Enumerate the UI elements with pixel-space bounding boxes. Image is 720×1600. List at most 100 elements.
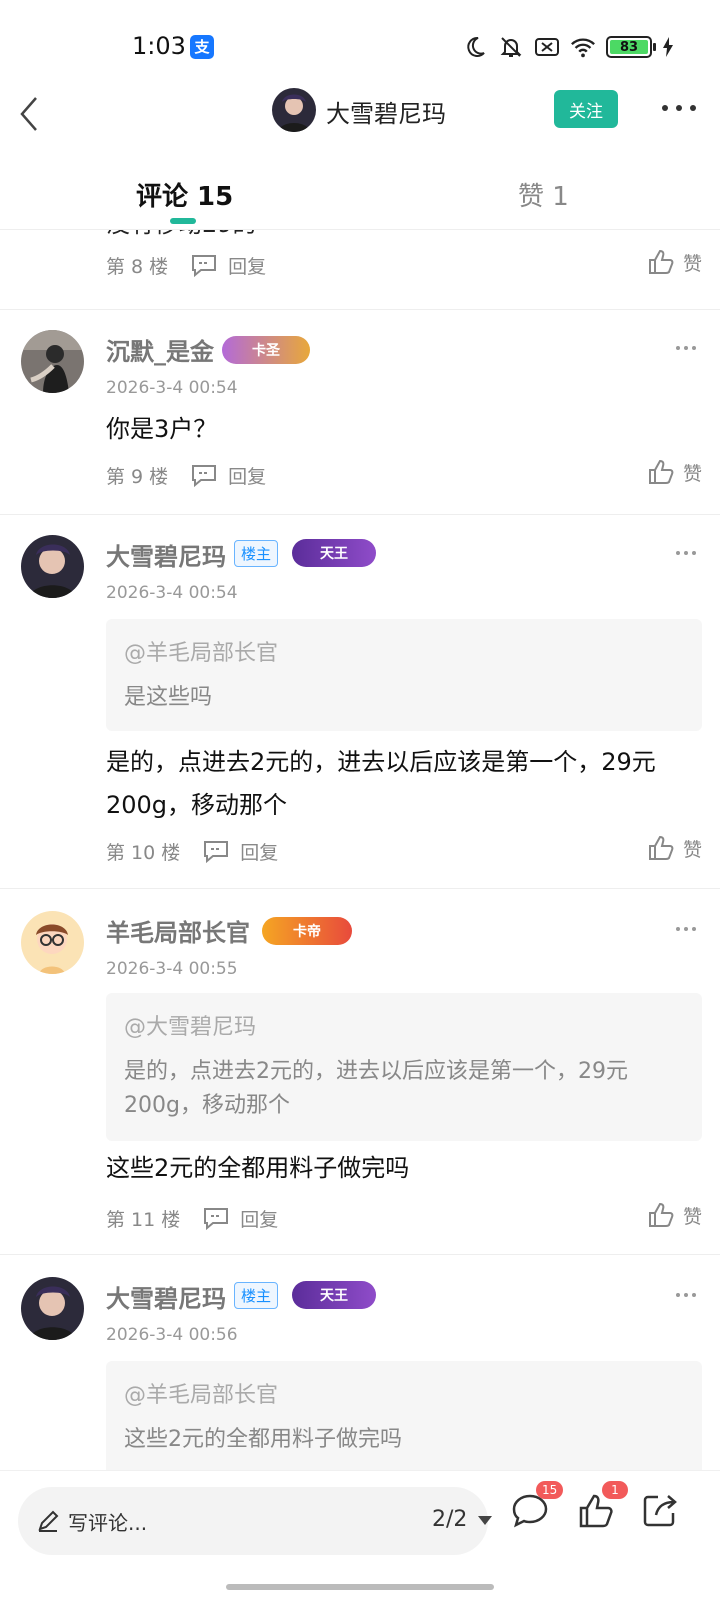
thumbs-up-icon [648,249,674,274]
comment-footer: 第 9 楼 回复 赞 [106,458,702,490]
tab-bar: 评论 15 赞 1 [0,160,720,230]
comment-time: 2026-3-4 00:55 [106,959,238,979]
floor-number: 第 11 楼 [106,1208,181,1231]
reply-button[interactable]: 回复 [190,252,266,279]
thumbs-up-icon [648,1202,674,1227]
like-label: 赞 [682,462,702,485]
comment-count-badge: 15 [536,1481,564,1499]
comment-more-icon[interactable] [676,346,696,352]
comment-item: 没有移动29的 第 8 楼 回复 赞 [0,230,720,310]
comment-bubble-icon [204,841,229,863]
bell-off-icon [498,34,524,60]
no-sim-icon [534,34,560,60]
comment-time: 2026-3-4 00:54 [106,378,238,398]
level-badge: 卡圣 [222,336,310,364]
comment-item: 大雪碧尼玛 楼主 天王 2026-3-4 00:54 @羊毛局部长官 是这些吗 … [0,515,720,889]
like-button[interactable]: 赞 [647,248,702,276]
comment-footer: 第 11 楼 回复 赞 [106,1201,702,1233]
follow-button[interactable]: 关注 [554,90,618,128]
comment-item: 沉默_是金 卡圣 2026-3-4 00:54 你是3户？ 第 9 楼 回复 赞 [0,310,720,515]
like-label: 赞 [682,1205,702,1228]
user-avatar[interactable] [21,330,84,393]
quoted-user: @大雪碧尼玛 [124,1015,257,1040]
comment-text: 你是3户？ [106,415,218,443]
like-button[interactable]: 赞 [647,458,702,486]
quoted-user: @羊毛局部长官 [124,1383,279,1408]
quoted-text: 是的，点进去2元的，进去以后应该是第一个，29元200g，移动那个 [124,1059,628,1118]
user-avatar[interactable] [21,535,84,598]
reply-label: 回复 [228,255,267,278]
like-post-button[interactable]: 1 [576,1481,628,1531]
quoted-comment[interactable]: @羊毛局部长官 这些2元的全都用料子做完吗 [106,1361,702,1470]
owner-badge: 楼主 [234,1282,279,1309]
user-name[interactable]: 沉默_是金 [106,332,214,367]
comment-more-icon[interactable] [676,1293,696,1299]
reply-button[interactable]: 回复 [202,1205,278,1232]
caret-down-icon [478,1515,493,1525]
comment-time: 2026-3-4 00:56 [106,1325,238,1345]
like-button[interactable]: 赞 [647,834,702,862]
comment-more-icon[interactable] [676,551,696,557]
comment-bubble-icon [204,1208,229,1230]
floor-number: 第 9 楼 [106,465,169,488]
comment-item: 大雪碧尼玛 楼主 天王 2026-3-4 00:56 @羊毛局部长官 这些2元的… [0,1255,720,1470]
quoted-comment[interactable]: @大雪碧尼玛 是的，点进去2元的，进去以后应该是第一个，29元200g，移动那个 [106,993,702,1141]
user-avatar[interactable] [21,911,84,974]
home-indicator[interactable] [226,1584,494,1590]
comment-list[interactable]: 没有移动29的 第 8 楼 回复 赞 沉默_是金 卡圣 2026-3-4 00:… [0,230,720,1470]
like-label: 赞 [682,838,702,861]
reply-button[interactable]: 回复 [190,462,266,489]
quoted-text: 是这些吗 [124,685,213,710]
user-name[interactable]: 大雪碧尼玛 [106,537,226,572]
like-button[interactable]: 赞 [647,1201,702,1229]
comments-button[interactable]: 15 [510,1481,564,1531]
owner-badge: 楼主 [234,540,279,567]
battery-indicator: 83 [606,36,656,58]
comment-time: 2026-3-4 00:54 [106,583,238,603]
header-avatar[interactable] [272,88,316,132]
bottom-action-bar: 写评论... 2/2 15 1 [0,1470,720,1580]
floor-number: 第 10 楼 [106,841,181,864]
tab-likes[interactable]: 赞 1 [518,176,569,213]
back-button[interactable] [14,90,54,134]
like-label: 赞 [682,252,702,275]
comment-input[interactable]: 写评论... 2/2 [18,1487,493,1555]
quoted-user: @羊毛局部长官 [124,641,279,666]
top-nav: 大雪碧尼玛 关注 [0,84,720,140]
comment-text: 这些2元的全都用料子做完吗 [106,1154,410,1182]
more-options-icon[interactable] [662,102,696,114]
comment-bubble-icon [192,465,217,487]
comment-text: 没有移动29的 [106,230,257,239]
battery-level: 83 [610,40,648,55]
charging-icon [662,34,674,60]
wifi-icon [570,34,596,60]
reply-label: 回复 [240,1208,279,1231]
status-icons: 83 [462,34,674,60]
comment-footer: 第 10 楼 回复 赞 [106,834,702,866]
quoted-comment[interactable]: @羊毛局部长官 是这些吗 [106,619,702,731]
status-bar: 1:03 支 83 [0,0,720,90]
thumbs-up-icon [648,835,674,860]
reply-label: 回复 [240,841,279,864]
level-badge: 卡帝 [262,917,352,945]
quoted-text: 这些2元的全都用料子做完吗 [124,1427,402,1452]
user-name[interactable]: 大雪碧尼玛 [106,1279,226,1314]
comment-item: 羊毛局部长官 卡帝 2026-3-4 00:55 @大雪碧尼玛 是的，点进去2元… [0,889,720,1255]
comment-more-icon[interactable] [676,927,696,933]
comment-footer: 第 8 楼 回复 赞 [106,248,702,280]
level-badge: 天王 [292,539,376,567]
user-avatar[interactable] [21,1277,84,1340]
user-name[interactable]: 羊毛局部长官 [106,913,250,948]
like-count-badge: 1 [602,1481,628,1499]
comment-text: 是的，点进去2元的，进去以后应该是第一个，29元200g，移动那个 [106,748,656,819]
page-number: 2/2 [432,1507,468,1532]
reply-button[interactable]: 回复 [202,838,278,865]
share-button[interactable] [640,1491,680,1531]
reply-label: 回复 [228,465,267,488]
status-time: 1:03 [132,32,186,60]
thumbs-up-icon [648,459,674,484]
tab-comments[interactable]: 评论 15 [136,176,233,213]
comment-bubble-icon [192,255,217,277]
header-user-name[interactable]: 大雪碧尼玛 [326,94,446,129]
page-selector[interactable]: 2/2 [432,1507,493,1532]
